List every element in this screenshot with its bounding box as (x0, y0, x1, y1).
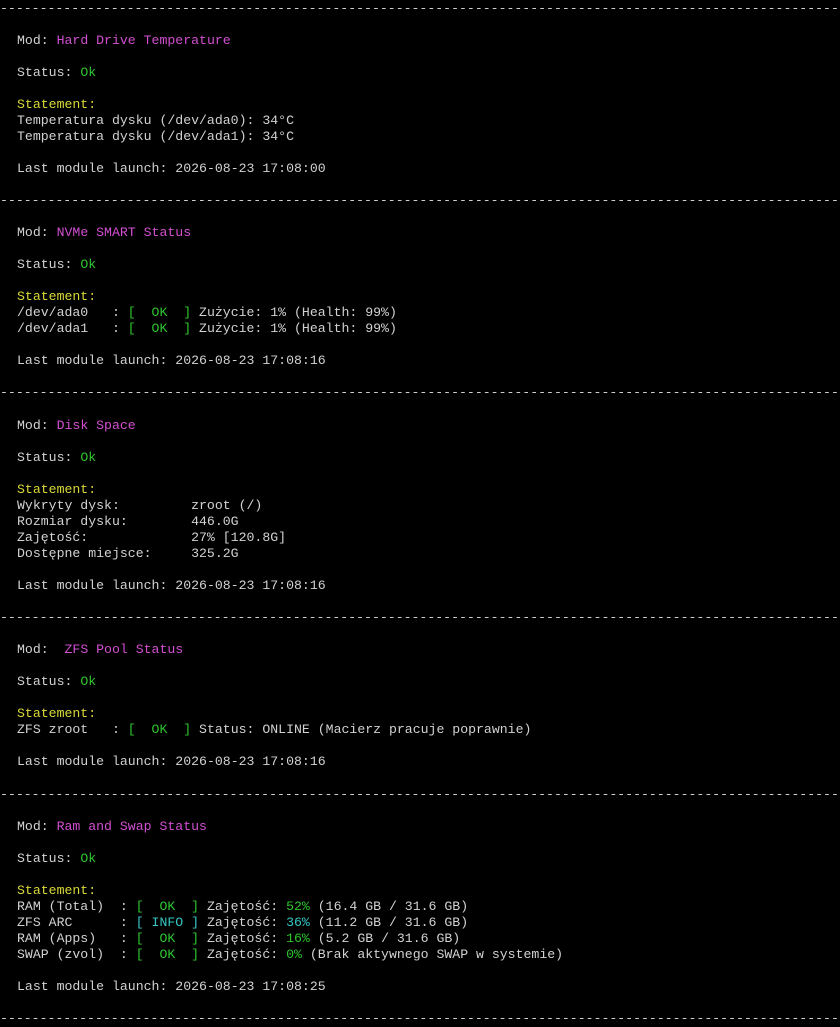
statement-row: /dev/ada0 : [ OK ] Zużycie: 1% (Health: … (17, 305, 397, 320)
statement-label: Statement: (17, 97, 97, 112)
statement-label: Statement: (17, 706, 97, 721)
separator: ----------------------------------------… (0, 193, 840, 208)
module-status: Status: Ok (17, 450, 97, 465)
module-status: Status: Ok (17, 851, 97, 866)
usage-percent: 0% (286, 947, 302, 962)
statement-label: Statement: (17, 482, 97, 497)
usage-percent: 36% (286, 915, 310, 930)
module-title: Mod: Ram and Swap Status (17, 819, 207, 834)
statement-line: Rozmiar dysku: 446.0G (17, 514, 239, 529)
separator: ----------------------------------------… (0, 610, 840, 625)
statement-line: Wykryty dysk: zroot (/) (17, 498, 263, 513)
last-launch: Last module launch: 2026-08-23 17:08:16 (17, 754, 326, 769)
statement-row: RAM (Total) : [ OK ] Zajętość: 52% (16.4… (17, 899, 469, 914)
separator: ----------------------------------------… (0, 787, 840, 802)
status-badge: OK (151, 321, 168, 336)
module-title: Mod: ZFS Pool Status (17, 642, 184, 657)
statement-row: RAM (Apps) : [ OK ] Zajętość: 16% (5.2 G… (17, 931, 461, 946)
statement-row: /dev/ada1 : [ OK ] Zużycie: 1% (Health: … (17, 321, 397, 336)
module-title: Mod: Disk Space (17, 418, 136, 433)
status-badge: OK (159, 947, 176, 962)
separator: ----------------------------------------… (0, 1, 840, 16)
module-status: Status: Ok (17, 65, 97, 80)
module-status: Status: Ok (17, 257, 97, 272)
statement-row: SWAP (zvol) : [ OK ] Zajętość: 0% (Brak … (17, 947, 564, 962)
separator: ----------------------------------------… (0, 1011, 840, 1026)
last-launch: Last module launch: 2026-08-23 17:08:16 (17, 353, 326, 368)
statement-line: Temperatura dysku (/dev/ada0): 34°C (17, 113, 294, 128)
last-launch: Last module launch: 2026-08-23 17:08:25 (17, 979, 326, 994)
statement-row: ZFS ARC : [ INFO ] Zajętość: 36% (11.2 G… (17, 915, 469, 930)
status-badge: OK (151, 305, 168, 320)
module-title: Mod: Hard Drive Temperature (17, 33, 231, 48)
status-badge: INFO (151, 915, 184, 930)
usage-percent: 16% (286, 931, 310, 946)
status-badge: OK (159, 931, 176, 946)
statement-row: ZFS zroot : [ OK ] Status: ONLINE (Macie… (17, 722, 532, 737)
separator: ----------------------------------------… (0, 385, 840, 400)
last-launch: Last module launch: 2026-08-23 17:08:16 (17, 578, 326, 593)
status-badge: OK (151, 722, 168, 737)
status-badge: OK (159, 899, 176, 914)
last-launch: Last module launch: 2026-08-23 17:08:00 (17, 161, 326, 176)
statement-line: Zajętość: 27% [120.8G] (17, 530, 287, 545)
module-status: Status: Ok (17, 674, 97, 689)
statement-line: Dostępne miejsce: 325.2G (17, 546, 239, 561)
statement-label: Statement: (17, 289, 97, 304)
usage-percent: 52% (286, 899, 310, 914)
module-title: Mod: NVMe SMART Status (17, 225, 192, 240)
statement-line: Temperatura dysku (/dev/ada1): 34°C (17, 129, 294, 144)
statement-label: Statement: (17, 883, 97, 898)
